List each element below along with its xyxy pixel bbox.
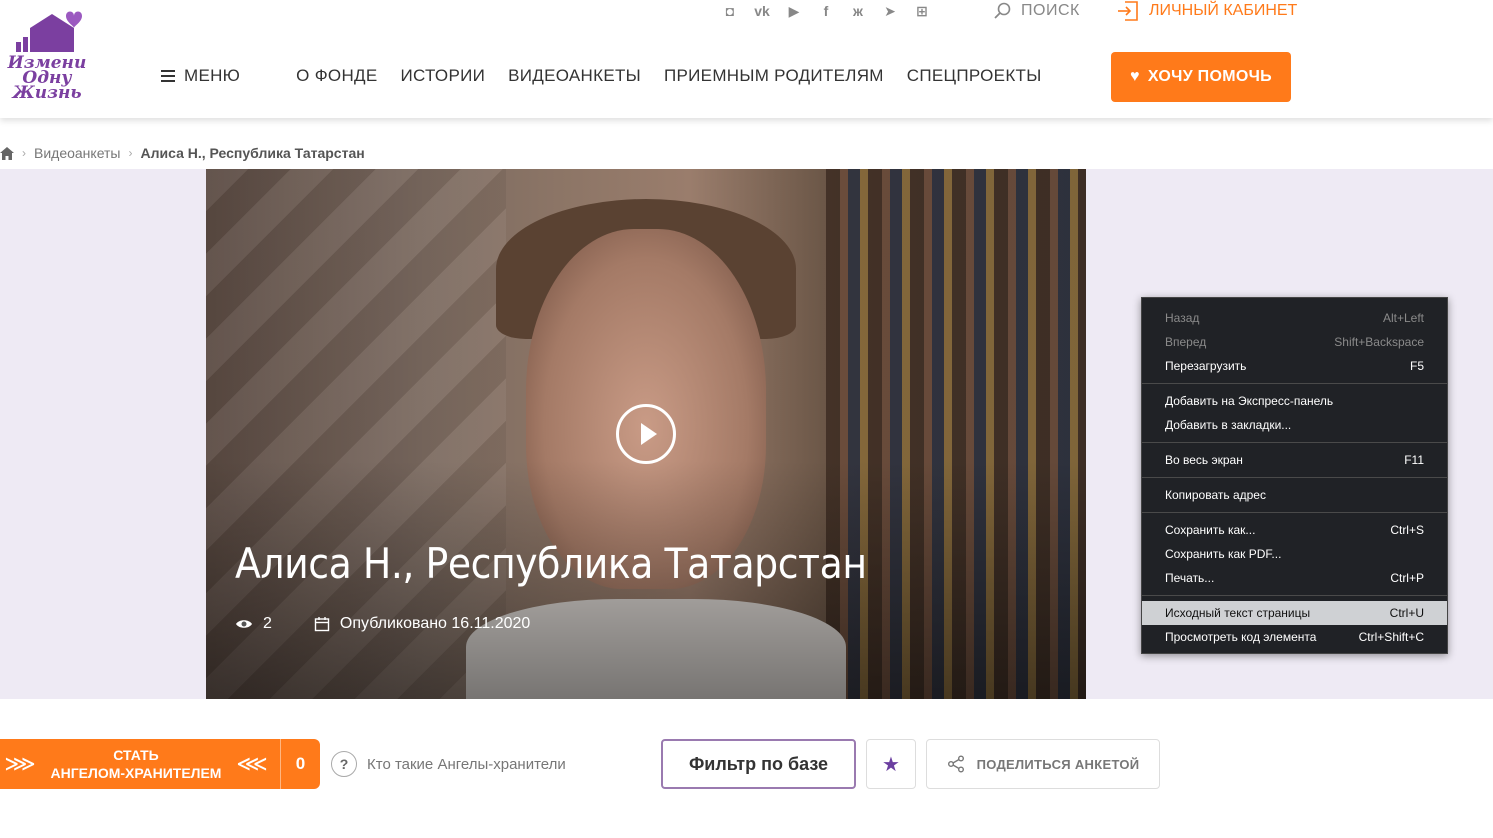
wing-left-icon: ⋙: [4, 751, 36, 776]
share-button[interactable]: ПОДЕЛИТЬСЯ АНКЕТОЙ: [926, 739, 1160, 789]
favorite-button[interactable]: ★: [866, 739, 916, 789]
site-header: Измени Одну Жизнь ◘ vk ▶ f ж ➤ ⊞ ПОИСК Л…: [0, 0, 1493, 118]
context-menu-item-label: Во весь экран: [1165, 453, 1243, 467]
context-menu-separator: [1142, 383, 1447, 384]
become-angel-label: СТАТЬ АНГЕЛОМ-ХРАНИТЕЛЕМ: [40, 746, 232, 782]
context-menu-item[interactable]: Сохранить как PDF...: [1142, 542, 1447, 566]
social-bar: ◘ vk ▶ f ж ➤ ⊞: [720, 0, 932, 22]
nav-item-foster-parents[interactable]: ПРИЕМНЫМ РОДИТЕЛЯМ: [664, 66, 884, 86]
breadcrumb-separator-icon: ›: [22, 146, 26, 160]
breadcrumb: › Видеоанкеты › Алиса Н., Республика Тат…: [0, 145, 365, 161]
context-menu-item-label: Назад: [1165, 311, 1200, 325]
cabinet-label: ЛИЧНЫЙ КАБИНЕТ: [1149, 2, 1298, 19]
context-menu-separator: [1142, 442, 1447, 443]
search-icon: [994, 2, 1011, 19]
context-menu-item-label: Печать...: [1165, 571, 1215, 585]
video-title: Алиса Н., Республика Татарстан: [235, 539, 867, 588]
become-angel-line-2: АНГЕЛОМ-ХРАНИТЕЛЕМ: [50, 765, 222, 781]
nav-item-about[interactable]: О ФОНДЕ: [296, 66, 377, 86]
context-menu-item-label: Добавить на Экспресс-панель: [1165, 394, 1334, 408]
breadcrumb-item-video-profiles[interactable]: Видеоанкеты: [34, 145, 121, 161]
video-meta: 2 Опубликовано 16.11.2020: [235, 615, 530, 633]
context-menu-separator: [1142, 595, 1447, 596]
context-menu-item-shortcut: Ctrl+U: [1389, 606, 1424, 620]
facebook-icon[interactable]: f: [816, 2, 836, 20]
context-menu-item-label: Вперед: [1165, 335, 1207, 349]
plus-icon[interactable]: ⊞: [912, 2, 932, 20]
breadcrumb-separator-icon: ›: [128, 146, 133, 160]
video-player[interactable]: Алиса Н., Республика Татарстан 2 Опублик…: [206, 169, 1086, 699]
search-label: ПОИСК: [1021, 2, 1080, 19]
context-menu-item-shortcut: Ctrl+S: [1390, 523, 1424, 537]
cabinet-link[interactable]: ЛИЧНЫЙ КАБИНЕТ: [1117, 0, 1297, 22]
context-menu-item-label: Копировать адрес: [1165, 488, 1266, 502]
views-count: 2: [263, 615, 272, 632]
context-menu-separator: [1142, 512, 1447, 513]
calendar-icon: [314, 617, 330, 632]
context-menu-item-shortcut: F11: [1404, 453, 1424, 467]
context-menu-item-label: Сохранить как...: [1165, 523, 1256, 537]
become-angel-line-1: СТАТЬ: [113, 747, 159, 763]
context-menu-item[interactable]: Добавить на Экспресс-панель: [1142, 389, 1447, 413]
login-icon: [1118, 1, 1138, 21]
context-menu-item-shortcut: Shift+Backspace: [1334, 335, 1424, 349]
context-menu-item-label: Сохранить как PDF...: [1165, 547, 1282, 561]
odnoklassniki-icon[interactable]: ж: [848, 2, 868, 20]
context-menu-item-shortcut: Ctrl+P: [1390, 571, 1424, 585]
main-nav: МЕНЮ О ФОНДЕ ИСТОРИИ ВИДЕОАНКЕТЫ ПРИЕМНЫ…: [160, 66, 1065, 86]
context-menu-item[interactable]: Назад Alt+Left: [1142, 306, 1447, 330]
context-menu-item-label: Исходный текст страницы: [1165, 606, 1311, 620]
logo-text: Измени Одну Жизнь: [2, 55, 92, 103]
context-menu-separator: [1142, 477, 1447, 478]
context-menu-item[interactable]: Вперед Shift+Backspace: [1142, 330, 1447, 354]
context-menu-item[interactable]: Перезагрузить F5: [1142, 354, 1447, 378]
nav-item-special-projects[interactable]: СПЕЦПРОЕКТЫ: [907, 66, 1042, 86]
angel-info-label: Кто такие Ангелы-хранители: [367, 755, 566, 773]
question-icon: ?: [331, 751, 357, 777]
instagram-icon[interactable]: ◘: [720, 2, 740, 20]
telegram-icon[interactable]: ➤: [880, 2, 900, 20]
youtube-icon[interactable]: ▶: [784, 2, 804, 20]
heart-icon: ♥: [1130, 68, 1140, 85]
nav-item-video-profiles[interactable]: ВИДЕОАНКЕТЫ: [508, 66, 641, 86]
context-menu-item-label: Добавить в закладки...: [1165, 418, 1292, 432]
context-menu-item[interactable]: Печать... Ctrl+P: [1142, 566, 1447, 590]
home-icon[interactable]: [0, 146, 14, 160]
context-menu-item-label: Просмотреть код элемента: [1165, 630, 1317, 644]
context-menu-item[interactable]: Просмотреть код элемента Ctrl+Shift+C: [1142, 625, 1447, 649]
context-menu-item-shortcut: Alt+Left: [1382, 311, 1424, 325]
context-menu: Назад Alt+Left Вперед Shift+Backspace Переза…: [1141, 297, 1448, 654]
share-icon: [947, 755, 964, 773]
search-link[interactable]: ПОИСК: [993, 0, 1080, 22]
hamburger-icon: [161, 70, 175, 82]
context-menu-item[interactable]: Добавить в закладки...: [1142, 413, 1447, 437]
help-button[interactable]: ♥ ХОЧУ ПОМОЧЬ: [1111, 52, 1291, 102]
play-icon[interactable]: [616, 404, 676, 464]
vk-icon[interactable]: vk: [752, 2, 772, 20]
context-menu-item[interactable]: Исходный текст страницы Ctrl+U: [1142, 601, 1447, 625]
context-menu-item-shortcut: F5: [1409, 359, 1424, 373]
wing-right-icon: ⋘: [236, 751, 268, 776]
eye-icon: [236, 620, 252, 628]
become-angel-button[interactable]: ⋙ СТАТЬ АНГЕЛОМ-ХРАНИТЕЛЕМ ⋘ 0: [0, 739, 320, 789]
star-icon: ★: [882, 753, 900, 776]
angel-count: 0: [295, 754, 306, 773]
share-button-label: ПОДЕЛИТЬСЯ АНКЕТОЙ: [976, 756, 1140, 772]
angel-info-link[interactable]: ? Кто такие Ангелы-хранители: [331, 751, 566, 777]
context-menu-item[interactable]: Копировать адрес: [1142, 483, 1447, 507]
logo-line-3: Жизнь: [12, 83, 82, 103]
menu-button[interactable]: МЕНЮ: [160, 66, 240, 86]
menu-label: МЕНЮ: [184, 66, 241, 85]
context-menu-item-shortcut: Ctrl+Shift+C: [1358, 630, 1424, 644]
context-menu-item-label: Перезагрузить: [1165, 359, 1247, 373]
filter-button[interactable]: Фильтр по базе: [661, 739, 856, 789]
breadcrumb-current: Алиса Н., Республика Татарстан: [140, 145, 365, 161]
logo[interactable]: Измени Одну Жизнь: [0, 4, 90, 104]
nav-item-stories[interactable]: ИСТОРИИ: [400, 66, 485, 86]
published-date: Опубликовано 16.11.2020: [339, 615, 531, 632]
help-button-label: ХОЧУ ПОМОЧЬ: [1147, 68, 1272, 85]
context-menu-item[interactable]: Во весь экран F11: [1142, 448, 1447, 472]
context-menu-item[interactable]: Сохранить как... Ctrl+S: [1142, 518, 1447, 542]
